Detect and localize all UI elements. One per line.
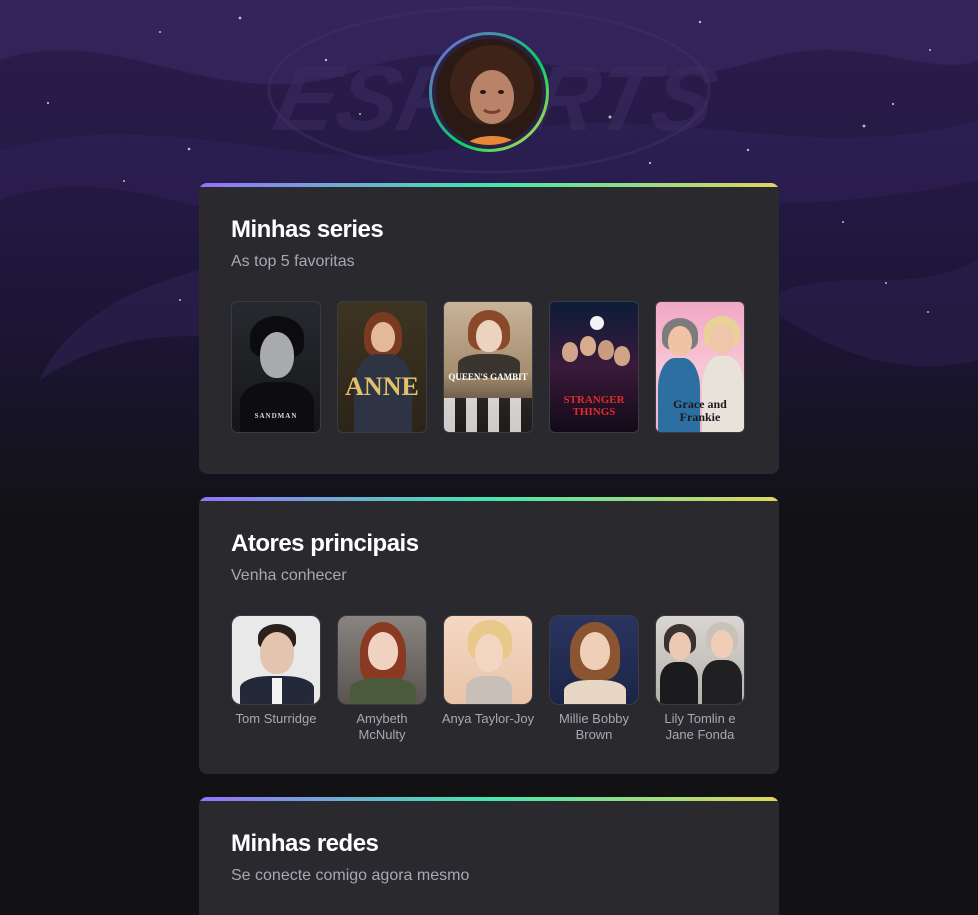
actors-subtitle: Venha conhecer (231, 567, 347, 584)
actor-name: Amybeth McNulty (356, 711, 408, 742)
actor-name: Lily Tomlin e Jane Fonda (664, 711, 736, 742)
series-poster-stranger-things[interactable]: STRANGER THINGS (549, 301, 639, 433)
series-list: SANDMAN ANNE QUEEN'S GAMBIT STRANGER THI… (231, 301, 747, 433)
social-card: Minhas redes Se conecte comigo agora mes… (199, 797, 779, 915)
series-subtitle: As top 5 favoritas (231, 253, 355, 270)
series-poster-sandman[interactable]: SANDMAN (231, 301, 321, 433)
social-subtitle: Se conecte comigo agora mesmo (231, 867, 470, 884)
actors-title: Atores principais (231, 530, 419, 557)
actor-item[interactable]: Amybeth McNulty (337, 615, 427, 743)
actor-name: Tom Sturridge (235, 711, 317, 726)
actor-photo-millie-bobby-brown (549, 615, 639, 705)
actors-list: Tom Sturridge Amybeth McNulty Anya Taylo… (231, 615, 747, 743)
series-title: Minhas series (231, 216, 384, 243)
page: ESPORTS Minhas series As top 5 favoritas (0, 0, 978, 915)
series-poster-grace-and-frankie[interactable]: Grace and Frankie (655, 301, 745, 433)
actor-item[interactable]: Tom Sturridge (231, 615, 321, 743)
actor-item[interactable]: Lily Tomlin e Jane Fonda (655, 615, 745, 743)
actor-name: Millie Bobby Brown (558, 711, 630, 742)
actor-photo-lily-tomlin-jane-fonda (655, 615, 745, 705)
actor-photo-tom-sturridge (231, 615, 321, 705)
profile-avatar (429, 32, 549, 152)
actor-name: Anya Taylor-Joy (441, 711, 535, 726)
series-poster-queens-gambit[interactable]: QUEEN'S GAMBIT (443, 301, 533, 433)
actor-item[interactable]: Anya Taylor-Joy (442, 615, 534, 743)
series-poster-anne[interactable]: ANNE (337, 301, 427, 433)
actor-item[interactable]: Millie Bobby Brown (549, 615, 639, 743)
social-title: Minhas redes (231, 830, 379, 857)
actor-photo-amybeth-mcnulty (337, 615, 427, 705)
profile-avatar-photo (432, 35, 546, 149)
series-card: Minhas series As top 5 favoritas SANDMAN… (199, 183, 779, 474)
actor-photo-anya-taylor-joy (443, 615, 533, 705)
actors-card: Atores principais Venha conhecer Tom Stu… (199, 497, 779, 774)
